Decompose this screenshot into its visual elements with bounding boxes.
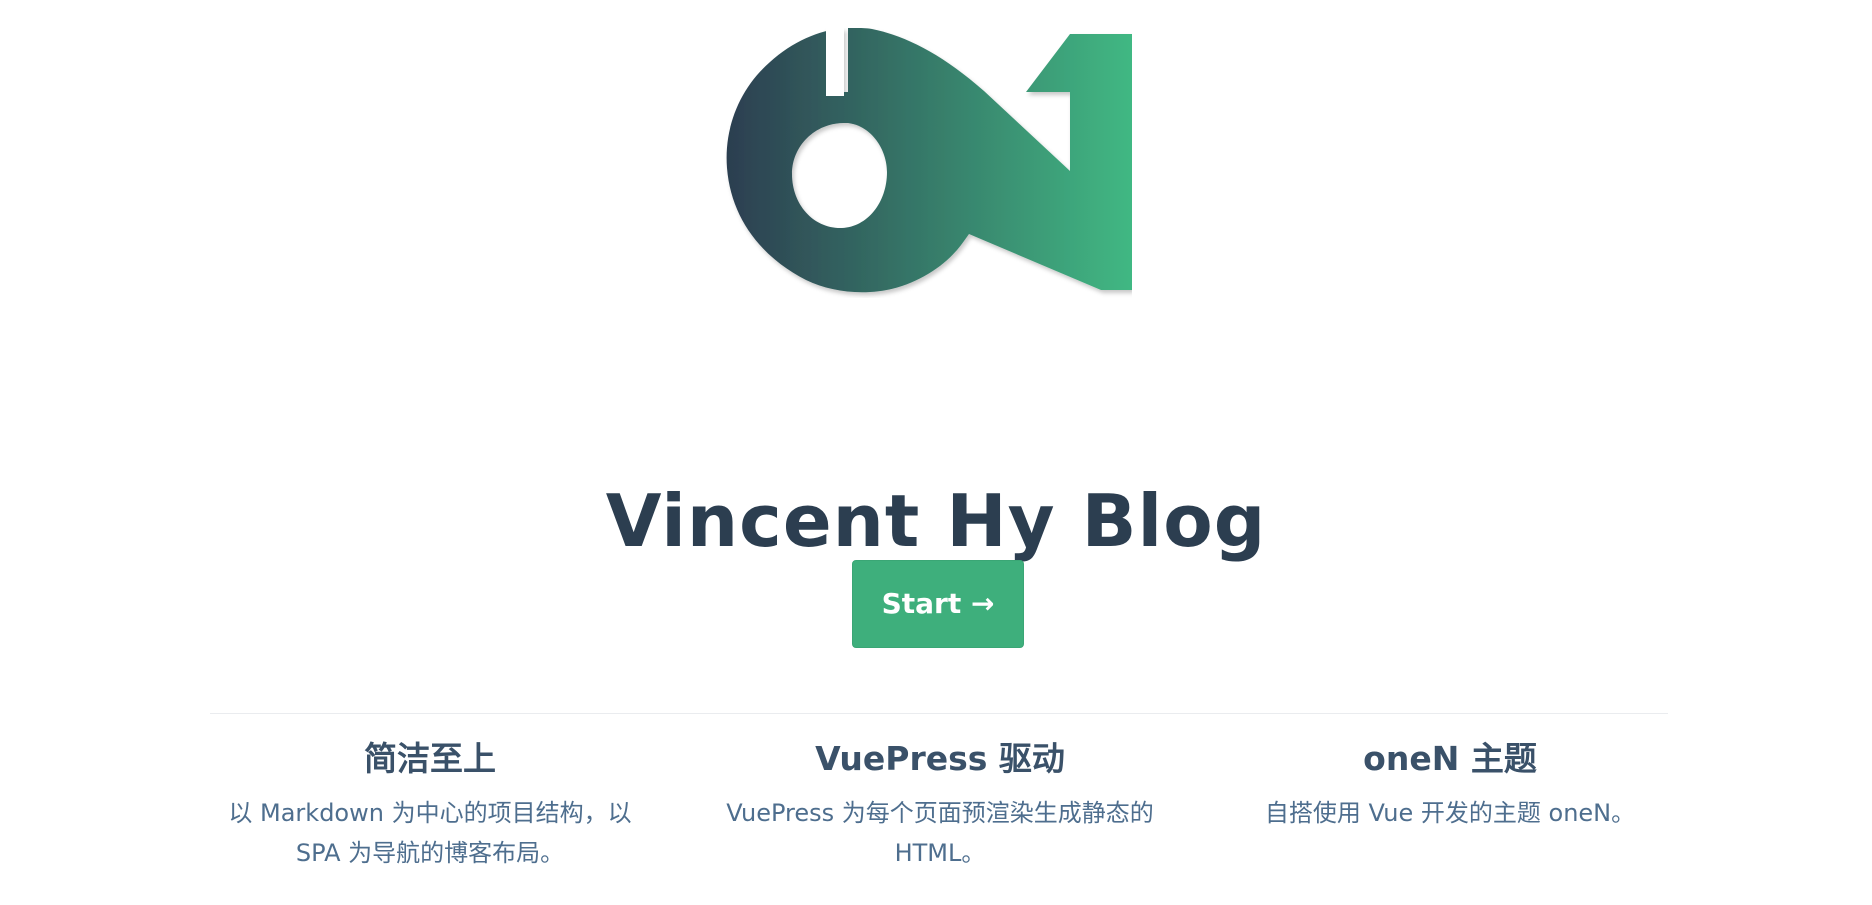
feature-title: oneN 主题 [1363, 739, 1537, 778]
feature-card: VuePress 驱动 VuePress 为每个页面预渲染生成静态的 HTML。 [720, 735, 1160, 873]
features-section: 简洁至上 以 Markdown 为中心的项目结构，以 SPA 为导航的博客布局。… [210, 735, 1668, 895]
feature-line: HTML。 [894, 839, 986, 867]
feature-description: 自搭使用 Vue 开发的主题 oneN。 [1230, 793, 1670, 833]
features-divider [210, 713, 1668, 714]
feature-title: 简洁至上 [364, 739, 496, 778]
feature-description: 以 Markdown 为中心的项目结构，以 SPA 为导航的博客布局。 [210, 793, 650, 873]
feature-line: SPA 为导航的博客布局。 [295, 839, 565, 867]
feature-line: 自搭使用 Vue 开发的主题 oneN。 [1264, 799, 1636, 827]
feature-card: 简洁至上 以 Markdown 为中心的项目结构，以 SPA 为导航的博客布局。 [210, 735, 650, 873]
feature-title: VuePress 驱动 [815, 739, 1065, 778]
feature-line: 以 Markdown 为中心的项目结构，以 [228, 799, 632, 827]
oneN-logo-icon [724, 28, 1132, 298]
start-button[interactable]: Start → [852, 560, 1024, 648]
feature-line: VuePress 为每个页面预渲染生成静态的 [726, 799, 1154, 827]
feature-card: oneN 主题 自搭使用 Vue 开发的主题 oneN。 [1230, 735, 1670, 833]
feature-description: VuePress 为每个页面预渲染生成静态的 HTML。 [720, 793, 1160, 873]
site-title: Vincent Hy Blog [605, 479, 1267, 564]
